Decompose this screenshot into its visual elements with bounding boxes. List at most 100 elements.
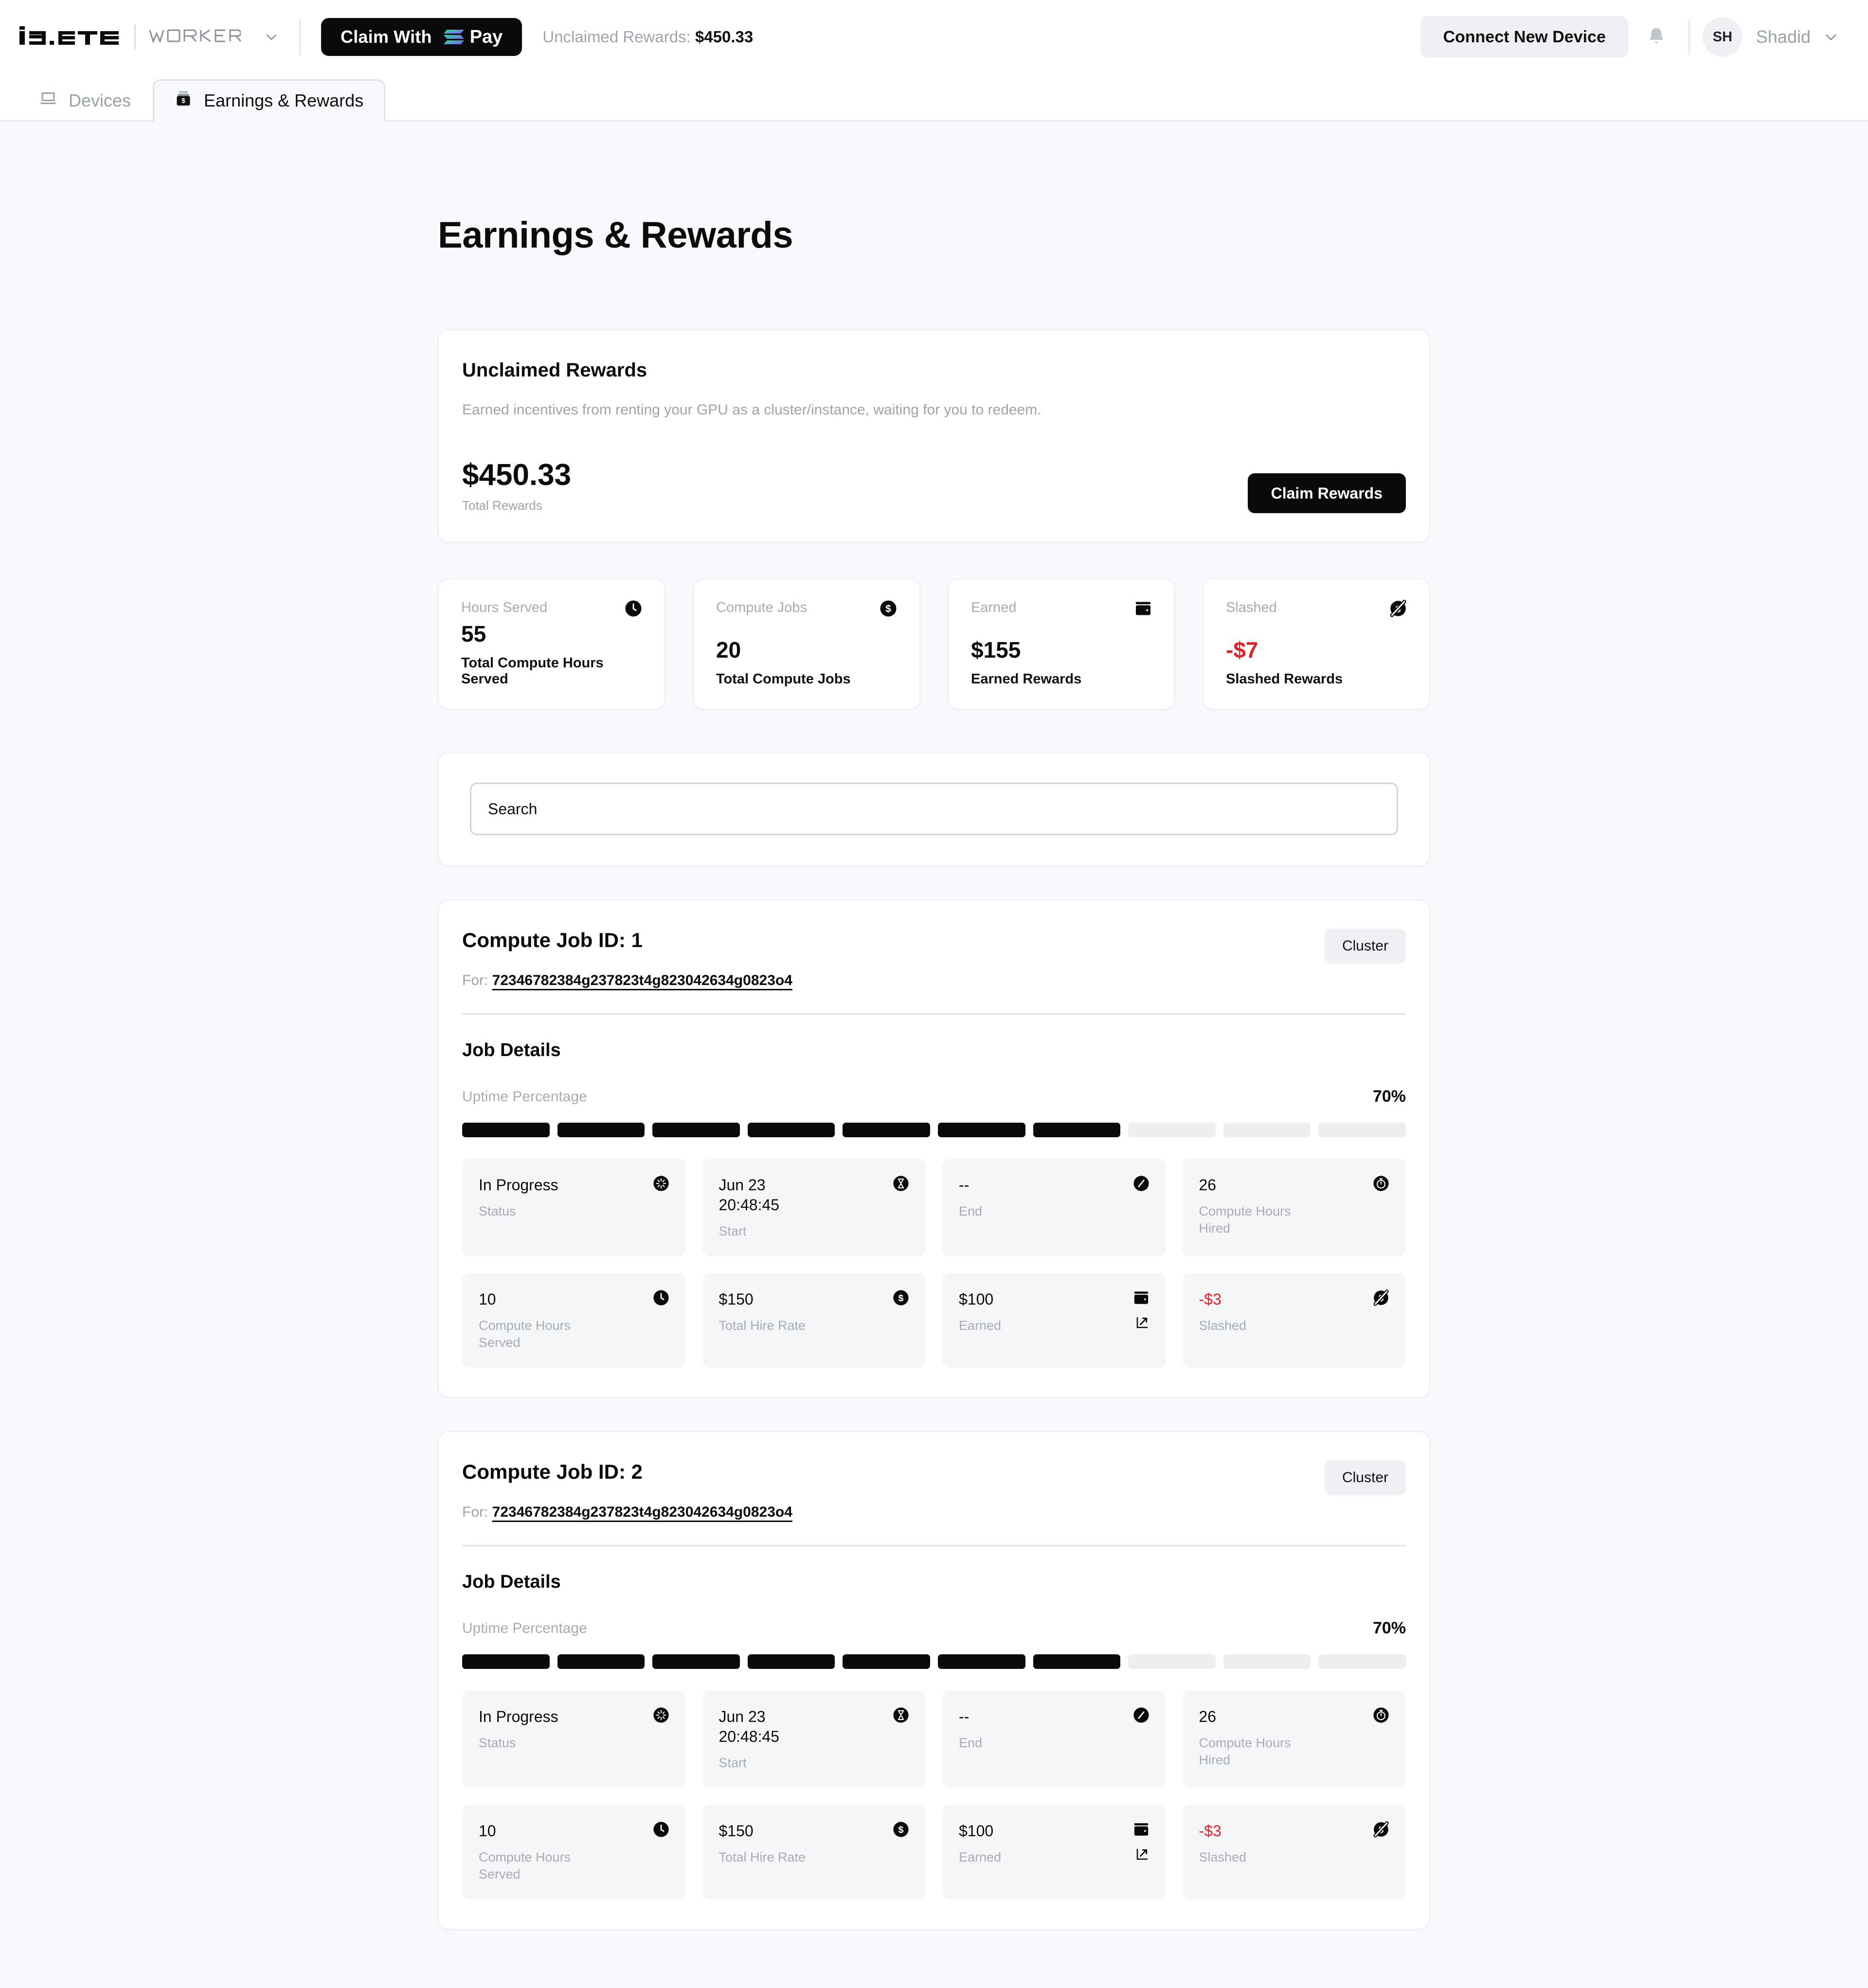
cash-register-icon: $ — [175, 90, 192, 111]
uptime-segment — [462, 1654, 550, 1669]
bell-icon — [1646, 26, 1667, 48]
job-for-hash-link[interactable]: 72346782384g237823t4g823042634g0823o4 — [492, 1504, 792, 1520]
claim-with-label: Claim With — [341, 27, 432, 47]
stat-card: Hours Served 55 Total Compute Hours Served — [438, 578, 665, 710]
unclaimed-card-subtitle: Earned incentives from renting your GPU … — [462, 402, 1042, 418]
job-detail-tile-value: 26 — [1199, 1176, 1217, 1194]
spinner-icon — [653, 1175, 669, 1194]
tab-earnings-rewards-label: Earnings & Rewards — [204, 90, 364, 110]
unclaimed-card-title: Unclaimed Rewards — [462, 359, 647, 381]
unclaimed-amount-group: $450.33 Total Rewards — [462, 460, 571, 513]
job-detail-tile-caption: Slashed — [1199, 1850, 1247, 1865]
job-detail-tile-value: -- — [959, 1708, 970, 1726]
stopwatch-icon — [1373, 1707, 1389, 1726]
uptime-row: Uptime Percentage 70% — [462, 1619, 1406, 1638]
stat-card-value: $155 — [971, 637, 1021, 663]
job-card-header-left: Compute Job ID: 1 For: 72346782384g237823… — [462, 929, 792, 989]
stat-card: Earned $155 Earned Rewards — [948, 578, 1175, 710]
job-detail-tile: 26 Compute Hours Hired — [1182, 1159, 1406, 1256]
brand-divider — [134, 25, 136, 49]
wallet-icon — [1134, 600, 1152, 620]
job-detail-tile-caption-row: Slashed — [1199, 1309, 1390, 1334]
tab-devices[interactable]: Devices — [18, 79, 153, 120]
tab-earnings-rewards[interactable]: $ Earnings & Rewards — [153, 79, 386, 122]
spinner-icon — [653, 1707, 669, 1726]
job-detail-tile-caption: Total Hire Rate — [718, 1850, 806, 1865]
uptime-segment — [652, 1654, 740, 1669]
job-detail-tile-caption-row: Total Hire Rate — [719, 1841, 910, 1866]
job-detail-tile-value: In Progress — [479, 1176, 558, 1194]
job-detail-tile: $100 Earned — [942, 1805, 1166, 1900]
job-detail-tile: $150 Total Hire Rate — [702, 1273, 926, 1368]
job-detail-tile-caption-row: Total Hire Rate — [719, 1309, 910, 1334]
uptime-progress-bar — [462, 1123, 1406, 1137]
dollar-coin-icon — [893, 1290, 909, 1308]
job-card-title: Compute Job ID: 2 — [462, 1460, 643, 1484]
uptime-row: Uptime Percentage 70% — [462, 1087, 1406, 1106]
job-type-chip[interactable]: Cluster — [1324, 929, 1406, 964]
external-link-icon[interactable] — [1135, 1315, 1150, 1332]
unclaimed-card-row: $450.33 Total Rewards Claim Rewards — [462, 460, 1406, 513]
job-detail-tile-caption-row: Compute Hours Served — [479, 1309, 669, 1351]
header-divider-2 — [1688, 19, 1690, 55]
slashed-coin-icon — [1389, 600, 1407, 620]
brand-group — [19, 25, 279, 49]
job-details-title: Job Details — [462, 1572, 561, 1593]
ionet-logo[interactable] — [19, 26, 122, 48]
avatar[interactable]: SH — [1702, 17, 1742, 57]
job-type-chip[interactable]: Cluster — [1324, 1460, 1406, 1496]
job-detail-tile-value: Jun 23 20:48:45 — [718, 1176, 780, 1214]
job-card-divider — [462, 1013, 1406, 1015]
stat-card-label: Compute Jobs — [716, 600, 807, 615]
uptime-segment — [843, 1123, 930, 1137]
job-detail-tile-top: $100 — [959, 1821, 1150, 1841]
uptime-segment — [1128, 1123, 1216, 1137]
uptime-percentage-value: 70% — [1372, 1619, 1406, 1638]
claim-rewards-button[interactable]: Claim Rewards — [1247, 473, 1406, 513]
job-card-header: Compute Job ID: 1 For: 72346782384g237823… — [462, 929, 1406, 989]
job-detail-tile: Jun 23 20:48:45 Start — [702, 1690, 926, 1789]
notifications-button[interactable] — [1637, 18, 1676, 56]
content-container: Earnings & Rewards Unclaimed Rewards Ear… — [438, 122, 1430, 1930]
job-detail-tile: 26 Compute Hours Hired — [1182, 1690, 1406, 1789]
job-detail-tile: -$3 Slashed — [1182, 1805, 1406, 1900]
tab-devices-label: Devices — [69, 90, 131, 110]
job-detail-tile-top: 10 — [479, 1821, 669, 1841]
job-card-divider — [462, 1545, 1406, 1547]
job-detail-tile: $150 Total Hire Rate — [702, 1805, 926, 1900]
job-detail-tile: -- End — [942, 1159, 1166, 1256]
stat-card-caption: Total Compute Jobs — [716, 671, 851, 687]
clock-icon — [625, 600, 642, 620]
clock-icon — [653, 1821, 669, 1840]
job-detail-tile-caption-row: Compute Hours Hired — [1199, 1195, 1390, 1237]
claim-with-pay-button[interactable]: Claim With Pay — [321, 18, 522, 56]
job-detail-tile-caption: Compute Hours Hired — [1199, 1736, 1291, 1768]
job-detail-tile-caption: End — [959, 1203, 983, 1218]
external-link-icon[interactable] — [1135, 1847, 1150, 1864]
uptime-segment — [1223, 1654, 1311, 1669]
search-card — [438, 752, 1430, 866]
job-detail-tile-caption: Compute Hours Served — [479, 1318, 571, 1350]
stats-row: Hours Served 55 Total Compute Hours Served… — [438, 578, 1430, 710]
brand-chevron-down-icon[interactable] — [264, 30, 279, 44]
job-detail-tile: In Progress Status — [462, 1159, 686, 1256]
search-input[interactable] — [470, 783, 1398, 835]
uptime-segment — [937, 1654, 1025, 1669]
stat-card: Slashed -$7 Slashed Rewards — [1203, 578, 1430, 710]
job-detail-tile-caption: Earned — [959, 1318, 1002, 1333]
svg-text:$: $ — [181, 97, 185, 105]
job-detail-tile-top: -$3 — [1199, 1821, 1390, 1841]
header-unclaimed-value: $450.33 — [695, 28, 754, 46]
uptime-label: Uptime Percentage — [462, 1088, 587, 1105]
wallet-icon — [1133, 1290, 1150, 1308]
user-menu-chevron-down-icon[interactable] — [1823, 29, 1839, 45]
connect-new-device-button[interactable]: Connect New Device — [1420, 16, 1628, 58]
stat-card-caption: Total Compute Hours Served — [461, 655, 604, 687]
job-detail-tile-caption-row: Start — [719, 1215, 910, 1240]
stat-card-top: Hours Served — [461, 600, 642, 620]
job-detail-tile: $100 Earned — [942, 1273, 1166, 1368]
job-detail-tile-caption-row: Earned — [959, 1841, 1150, 1866]
stat-card-value: 55 — [461, 621, 486, 647]
uptime-segment — [557, 1654, 645, 1669]
job-for-hash-link[interactable]: 72346782384g237823t4g823042634g0823o4 — [492, 972, 792, 988]
